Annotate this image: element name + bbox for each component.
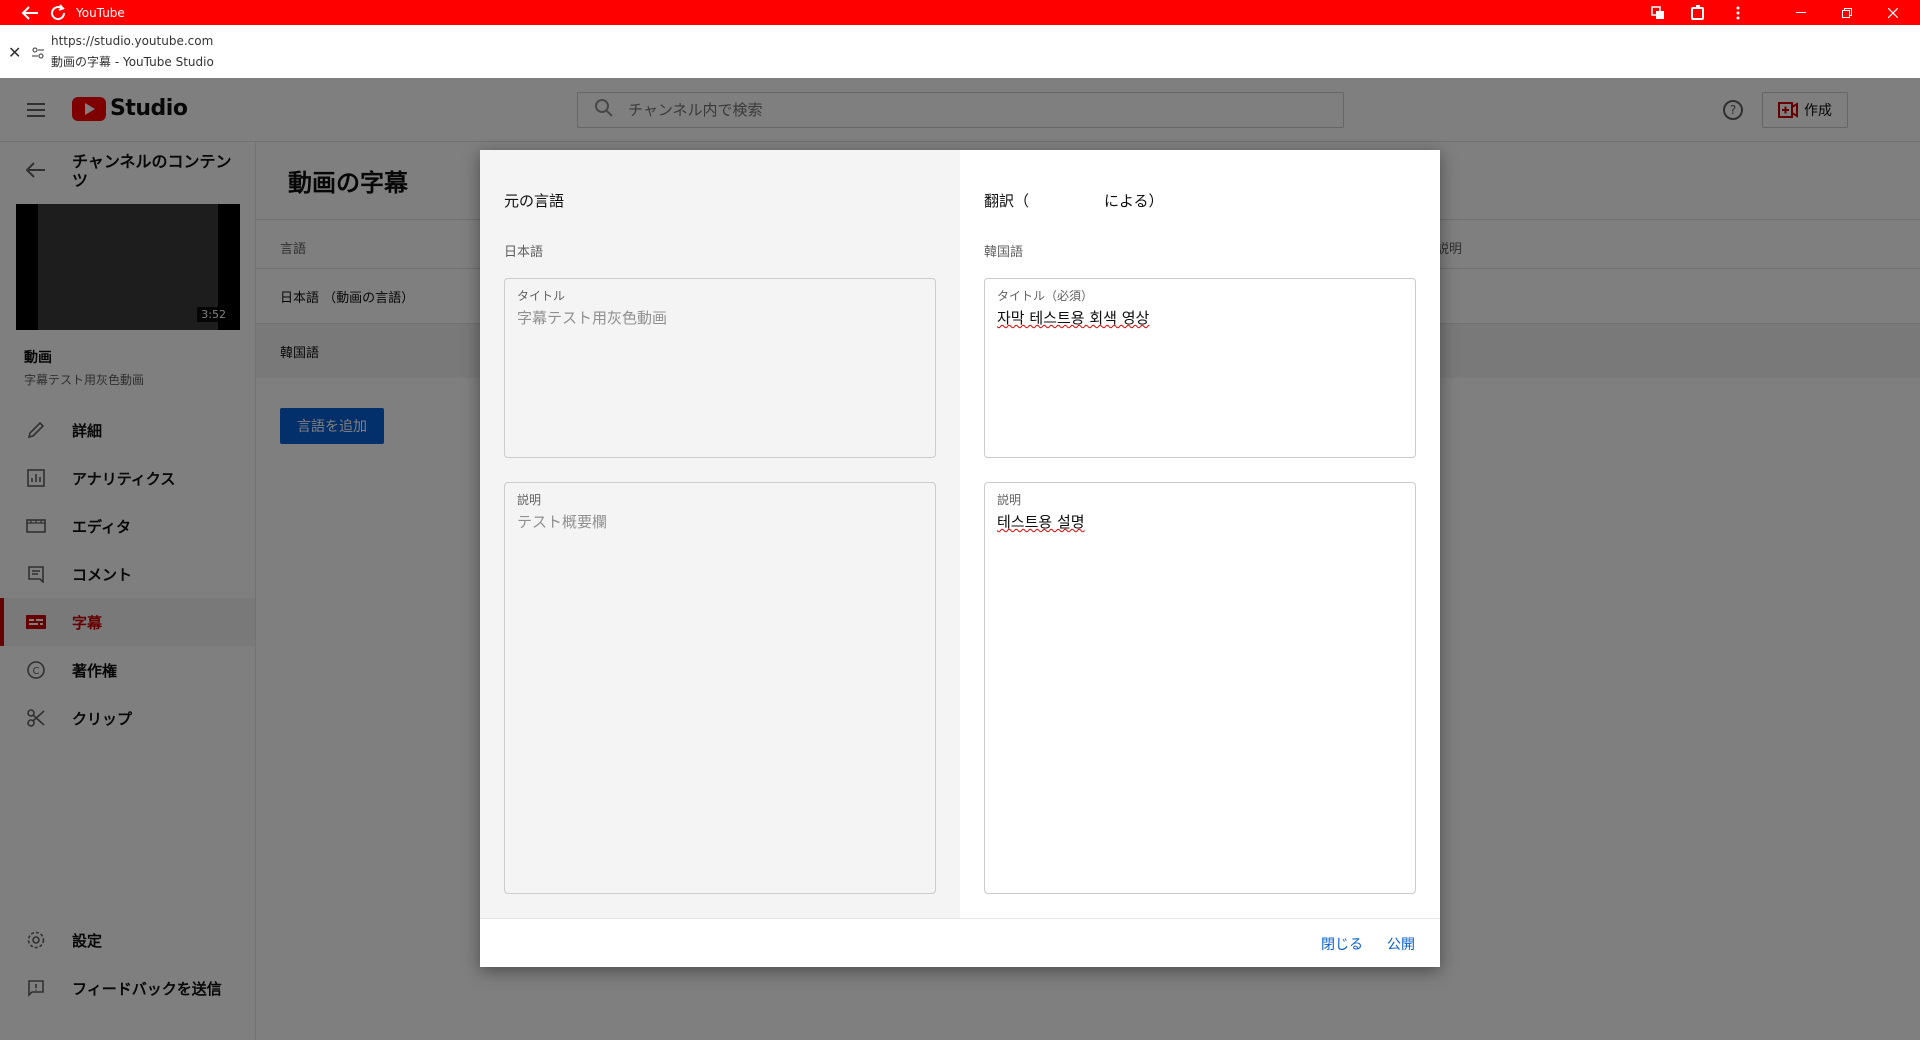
- minimize-icon[interactable]: [1778, 0, 1824, 25]
- translation-language: 韓国語: [984, 245, 1024, 260]
- address-bar: ✕ https://studio.youtube.com 動画の字幕 - You…: [0, 25, 1920, 78]
- original-title-field: タイトル 字幕テスト用灰色動画: [504, 278, 936, 458]
- title-input[interactable]: 자막 테스트용 회색 영상: [997, 307, 1149, 328]
- translation-description-field[interactable]: 説明 테스트용 설명: [984, 482, 1416, 894]
- original-heading: 元の言語: [504, 192, 565, 210]
- original-language-panel: 元の言語 日本語 タイトル 字幕テスト用灰色動画 説明 テスト概要欄: [480, 150, 960, 918]
- dialog-footer: 閉じる 公開: [480, 918, 1440, 967]
- field-label: 説明: [517, 493, 542, 507]
- back-arrow-icon[interactable]: [20, 3, 40, 23]
- restore-icon[interactable]: [1824, 0, 1870, 25]
- close-icon[interactable]: ✕: [8, 43, 21, 62]
- site-settings-icon[interactable]: [32, 44, 44, 63]
- field-value: テスト概要欄: [517, 513, 608, 531]
- field-label: 説明: [997, 493, 1022, 507]
- original-description-field: 説明 テスト概要欄: [504, 482, 936, 894]
- extension-icon[interactable]: [1678, 3, 1718, 23]
- tab-title: YouTube: [76, 5, 125, 20]
- url-text[interactable]: https://studio.youtube.com: [51, 34, 213, 48]
- description-input[interactable]: 테스트용 설명: [997, 511, 1085, 532]
- browser-titlebar: YouTube: [0, 0, 1920, 25]
- field-value: 字幕テスト用灰色動画: [517, 309, 668, 327]
- field-label: タイトル（必須）: [997, 289, 1094, 303]
- publish-button[interactable]: 公開: [1387, 934, 1415, 954]
- more-vert-icon[interactable]: [1718, 3, 1758, 23]
- translate-icon[interactable]: [1638, 3, 1678, 23]
- translation-title-field[interactable]: タイトル（必須） 자막 테스트용 회색 영상: [984, 278, 1416, 458]
- reload-icon[interactable]: [48, 3, 68, 23]
- original-language: 日本語: [504, 245, 544, 260]
- translation-panel: 翻訳（ による） 韓国語 タイトル（必須） 자막 테스트용 회색 영상 説明 테…: [960, 150, 1440, 918]
- translation-heading: 翻訳（ による）: [984, 192, 1164, 210]
- page-title-text: 動画の字幕 - YouTube Studio: [51, 55, 214, 69]
- translation-dialog: 元の言語 日本語 タイトル 字幕テスト用灰色動画 説明 テスト概要欄 翻訳（ に…: [480, 150, 1440, 967]
- close-button[interactable]: 閉じる: [1321, 934, 1363, 954]
- close-window-icon[interactable]: [1870, 0, 1916, 25]
- field-label: タイトル: [517, 289, 566, 303]
